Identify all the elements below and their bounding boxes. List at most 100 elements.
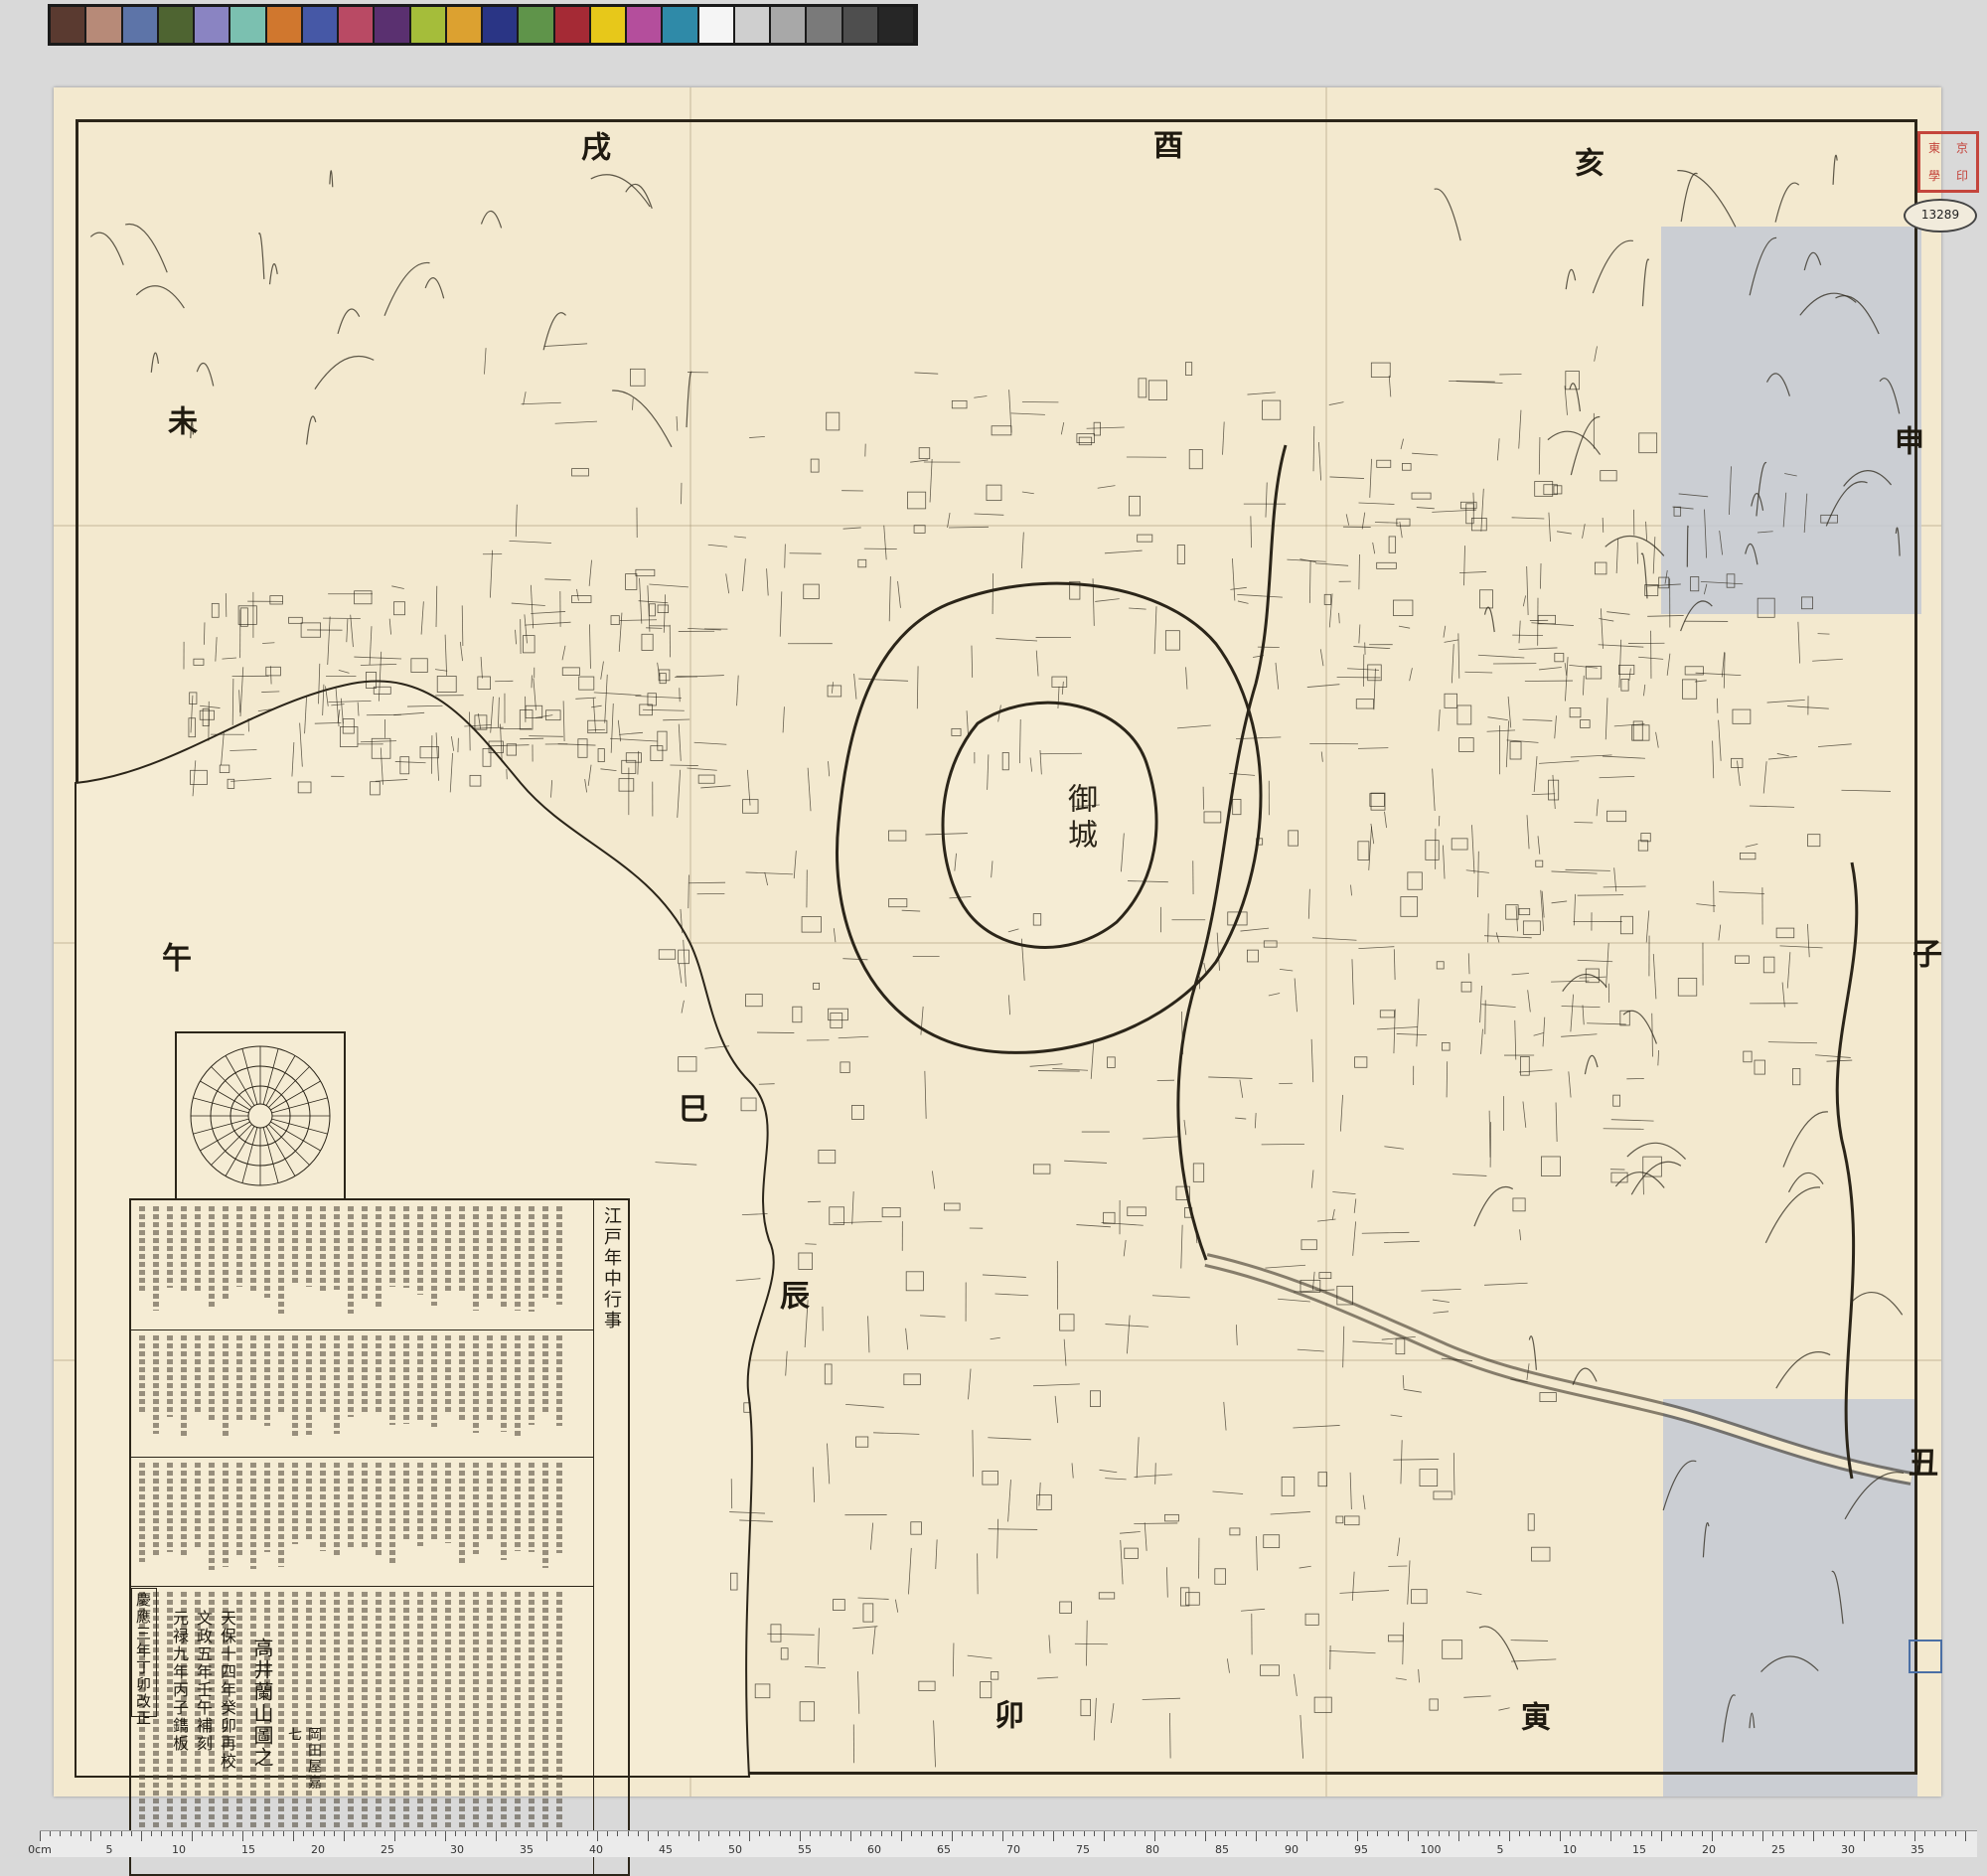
street-line [1400,522,1402,538]
city-block [904,1374,921,1385]
compass-spoke [268,1124,309,1165]
street-line [808,768,811,811]
notes-text-line [376,1335,382,1415]
city-block [991,1672,997,1680]
country-path [1783,1112,1828,1168]
street-line [868,1316,869,1352]
imprint-line1: 元禄九年丙子鐫板 [167,1610,191,1753]
city-block [1370,794,1385,807]
street-line [845,1404,884,1407]
city-block [1264,941,1277,947]
street-line [737,676,739,706]
street-line [1768,1042,1817,1043]
ruler-tick [273,1831,274,1836]
street-line [1565,657,1568,701]
country-path [90,233,123,264]
street-line [1397,1033,1427,1034]
city-block [698,775,714,783]
street-line [783,706,784,732]
country-path [1687,526,1688,566]
street-line [870,1523,872,1550]
notes-text-line [278,1335,284,1414]
ruler-tick [983,1831,984,1836]
ruler-tick [1661,1831,1662,1841]
street-line [525,614,528,643]
street-line [1124,1240,1126,1256]
direction-label-sw2: 巳 [668,1093,711,1123]
street-line [1506,720,1508,767]
street-line [1452,644,1453,683]
street-line [1601,608,1603,649]
street-line [1212,1491,1243,1493]
city-block [1620,916,1632,934]
street-line [805,1666,826,1667]
ruler-tick [1722,1831,1723,1836]
ruler-tick [1671,1831,1672,1836]
street-line [786,1351,788,1376]
street-line [347,619,348,642]
street-line [1384,1147,1404,1150]
ruler-tick [1306,1831,1307,1841]
city-block [1613,1095,1620,1106]
street-line [1251,516,1252,547]
city-block [906,1272,923,1291]
street-line [1094,1698,1096,1741]
city-block [1801,597,1812,609]
notes-text-line [209,1206,215,1308]
street-line [1658,1050,1659,1065]
direction-label-nw: 戌 [570,131,614,161]
street-line [1095,599,1119,602]
city-block [1581,720,1591,728]
street-line [1466,870,1489,873]
street-line [638,751,639,775]
street-line [1184,1120,1186,1135]
country-path [1681,601,1713,631]
compass-spoke [272,1119,328,1134]
street-line [1812,659,1843,661]
ruler-label: 20 [311,1843,325,1856]
street-line [391,586,403,589]
ruler-tick [1449,1831,1450,1836]
street-line [1719,720,1722,761]
street-line [1295,979,1297,1013]
notes-text-line [515,1592,521,1839]
street-line [726,573,729,593]
city-block [1261,1665,1280,1676]
notes-text-line [501,1592,507,1852]
street-line [974,396,987,398]
notes-text-line [223,1206,229,1299]
street-line [1346,514,1349,525]
notes-text-line [223,1463,229,1567]
street-line [1746,844,1758,847]
city-block [944,1203,960,1210]
city-block [1513,1198,1525,1211]
street-line [1299,1566,1311,1568]
country-path [1844,471,1892,487]
street-line [261,692,279,693]
street-line [1313,426,1314,471]
street-line [794,851,796,878]
street-line [1463,1696,1490,1697]
ruler-tick [334,1831,335,1836]
city-block [1570,707,1581,716]
city-block [212,603,219,617]
notes-text-line [306,1206,312,1287]
country-path [1529,1336,1536,1370]
ruler-tick [151,1831,152,1836]
city-block [1128,1207,1146,1216]
street-line [948,513,951,528]
ruler-tick [1854,1831,1855,1836]
country-path [1853,1293,1903,1316]
compass-spoke [193,1098,248,1113]
city-block [562,668,579,676]
street-line [1561,1034,1597,1037]
street-line [978,1553,979,1594]
street-line [435,670,447,672]
compass-spoke [242,1128,257,1183]
ruler-tick [60,1831,61,1836]
street-line [639,601,669,603]
street-line [993,573,994,614]
street-line [610,738,658,741]
ruler-tick [1195,1831,1196,1836]
ruler-tick [80,1831,81,1836]
